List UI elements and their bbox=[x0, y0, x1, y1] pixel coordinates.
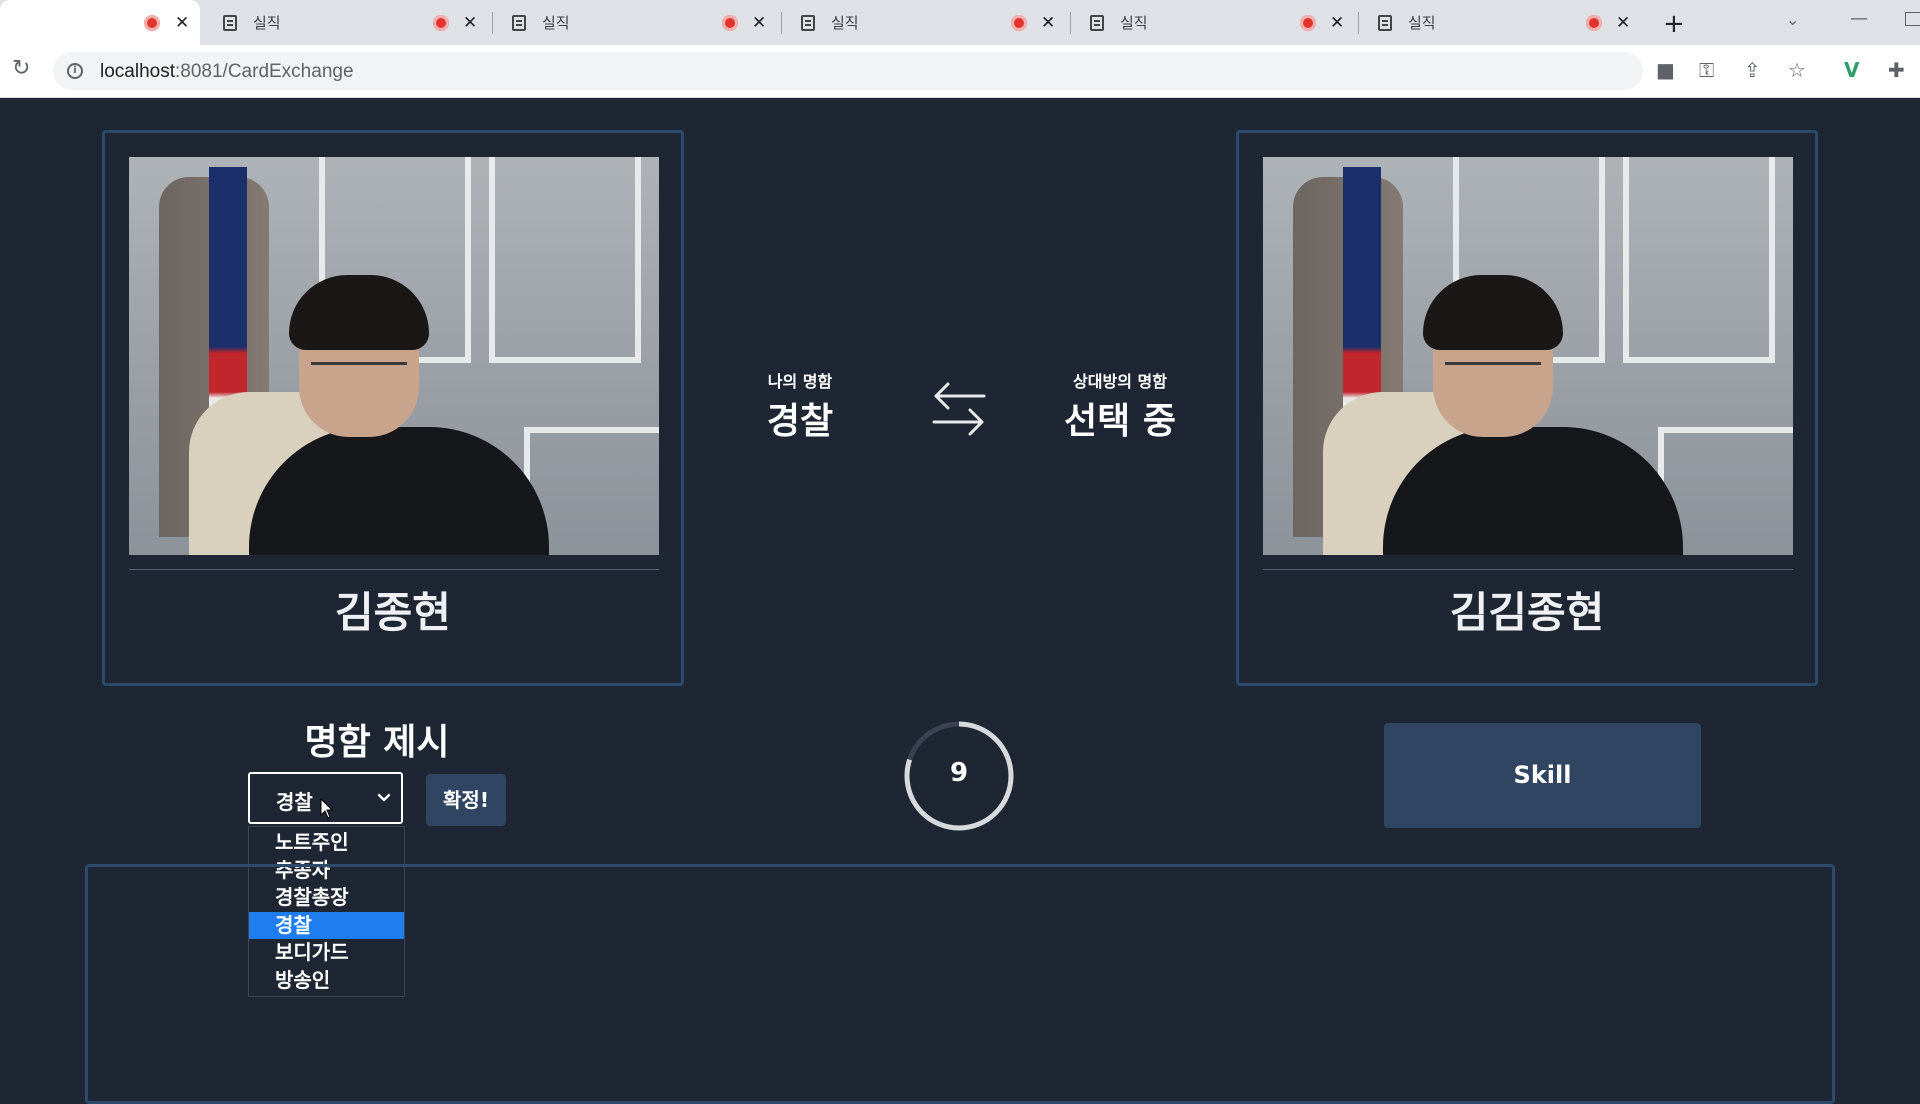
url-path: :8081/CardExchange bbox=[175, 61, 354, 82]
chevron-down-icon bbox=[377, 793, 391, 802]
url-host: localhost bbox=[100, 61, 175, 82]
my-card-label: 나의 명함 bbox=[767, 372, 833, 391]
url-text: localhost:8081/CardExchange bbox=[100, 61, 354, 83]
notebook-icon bbox=[801, 14, 815, 31]
tab-title: 실직 bbox=[542, 14, 570, 32]
swap-arrows-icon bbox=[932, 382, 986, 436]
opponent-player-panel: 김김종현 bbox=[1236, 130, 1818, 686]
bookmark-star-icon[interactable]: ☆ bbox=[1788, 58, 1806, 82]
tab-5[interactable]: 실직 ✕ bbox=[1360, 0, 1650, 45]
timer-value: 9 bbox=[949, 758, 969, 788]
extensions-puzzle-icon[interactable]: ✚ bbox=[1888, 58, 1905, 82]
skill-button[interactable]: Skill bbox=[1384, 723, 1701, 828]
recording-icon bbox=[1300, 14, 1316, 31]
mouse-cursor-icon bbox=[320, 798, 334, 819]
close-tab-icon[interactable]: ✕ bbox=[1330, 13, 1344, 33]
tab-title: 실직 bbox=[253, 14, 281, 32]
card-select-value: 경찰 bbox=[276, 790, 313, 814]
confirm-button[interactable]: 확정! bbox=[426, 774, 506, 826]
close-tab-icon[interactable]: ✕ bbox=[463, 13, 477, 33]
close-tab-icon[interactable]: ✕ bbox=[1616, 13, 1630, 33]
notebook-icon bbox=[1378, 14, 1392, 31]
tab-title: 실직 bbox=[1408, 14, 1436, 32]
card-option[interactable]: 노트주인 bbox=[249, 829, 404, 857]
my-card-value: 경찰 bbox=[766, 401, 834, 442]
tab-2[interactable]: 실직 ✕ bbox=[494, 0, 779, 45]
bottom-log-panel bbox=[85, 864, 1835, 1104]
tab-1[interactable]: 실직 ✕ bbox=[205, 0, 490, 45]
camera-icon[interactable]: ■ bbox=[1656, 58, 1675, 82]
my-player-panel: 김종현 bbox=[102, 130, 684, 686]
recording-icon bbox=[433, 14, 449, 31]
vue-extension-icon[interactable]: V bbox=[1844, 58, 1859, 82]
tab-separator bbox=[1358, 12, 1359, 34]
info-icon[interactable]: i bbox=[67, 63, 83, 79]
notebook-icon bbox=[1090, 14, 1104, 31]
key-icon[interactable]: ⚿ bbox=[1699, 58, 1714, 82]
reload-icon[interactable]: ↻ bbox=[12, 56, 30, 81]
tab-search-chevron-icon[interactable]: ⌄ bbox=[1786, 10, 1799, 29]
minimize-window-button[interactable]: — bbox=[1850, 8, 1868, 29]
opponent-player-name: 김김종현 bbox=[1449, 588, 1605, 637]
tab-title: 실직 bbox=[1120, 14, 1148, 32]
maximize-window-button[interactable] bbox=[1905, 12, 1920, 26]
opponent-webcam-video bbox=[1263, 157, 1793, 555]
share-icon[interactable]: ⇪ bbox=[1744, 58, 1761, 82]
browser-tab-strip: ✕ 실직 ✕ 실직 ✕ 실직 ✕ 실직 ✕ 실직 ✕ + ⌄ — bbox=[0, 0, 1920, 45]
opponent-card-label: 상대방의 명함 bbox=[1073, 372, 1167, 391]
close-tab-icon[interactable]: ✕ bbox=[175, 13, 189, 33]
tab-separator bbox=[781, 12, 782, 34]
my-webcam-video bbox=[129, 157, 659, 555]
tab-separator bbox=[492, 12, 493, 34]
tab-title: 실직 bbox=[831, 14, 859, 32]
opponent-card-value: 선택 중 bbox=[1064, 401, 1176, 442]
offer-card-title: 명함 제시 bbox=[304, 722, 450, 763]
recording-icon bbox=[722, 14, 738, 31]
tab-current[interactable]: ✕ bbox=[0, 0, 200, 45]
tab-4[interactable]: 실직 ✕ bbox=[1072, 0, 1357, 45]
close-tab-icon[interactable]: ✕ bbox=[1041, 13, 1055, 33]
recording-icon bbox=[1011, 14, 1027, 31]
recording-icon bbox=[1586, 14, 1602, 31]
panel-divider bbox=[1263, 569, 1793, 570]
browser-toolbar: ↻ i localhost:8081/CardExchange ■ ⚿ ⇪ ☆ … bbox=[0, 45, 1920, 98]
close-tab-icon[interactable]: ✕ bbox=[752, 13, 766, 33]
panel-divider bbox=[129, 569, 659, 570]
notebook-icon bbox=[223, 14, 237, 31]
recording-icon bbox=[144, 14, 160, 31]
new-tab-button[interactable]: + bbox=[1663, 9, 1685, 39]
tab-separator bbox=[1070, 12, 1071, 34]
notebook-icon bbox=[512, 14, 526, 31]
address-bar[interactable]: i localhost:8081/CardExchange bbox=[53, 52, 1643, 90]
my-player-name: 김종현 bbox=[335, 588, 451, 637]
tab-3[interactable]: 실직 ✕ bbox=[783, 0, 1068, 45]
